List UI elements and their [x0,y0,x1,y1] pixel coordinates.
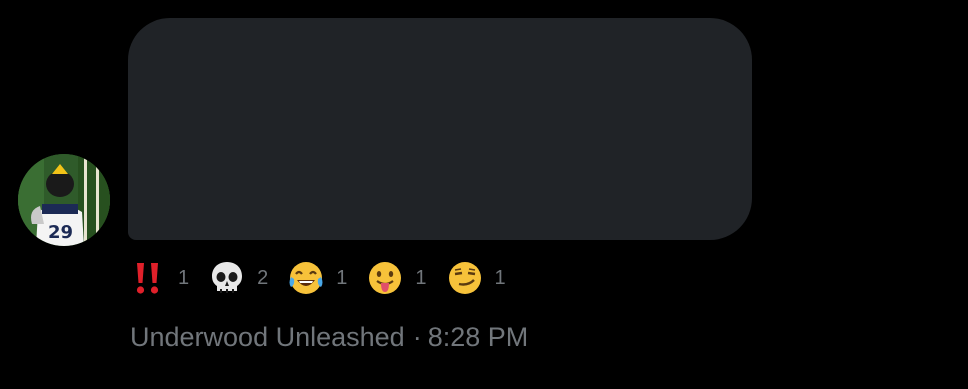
reactions-row: 1 2 1 1 1 [128,256,524,300]
reaction-count: 1 [415,266,427,289]
reaction-count: 1 [336,266,348,289]
reaction-smirk[interactable]: 1 [445,258,506,298]
message-timestamp: 8:28 PM [427,322,529,352]
reaction-count: 1 [494,266,506,289]
dm-conversation: 29 1 2 1 1 1 Underwood Unleashed · 8:28 … [0,0,968,389]
user-avatar-icon: 29 [18,154,110,246]
reaction-tears-of-joy[interactable]: 1 [286,258,347,298]
reaction-tongue-out[interactable]: 1 [365,258,427,298]
reaction-skull[interactable]: 2 [207,258,268,298]
tears-of-joy-icon [286,258,326,298]
skull-icon [207,258,247,298]
reaction-count: 2 [257,266,269,289]
reaction-double-exclamation[interactable]: 1 [128,258,189,298]
message-bubble[interactable] [128,18,752,240]
tongue-out-icon [365,258,405,298]
reaction-count: 1 [178,266,190,289]
svg-text:29: 29 [48,222,73,243]
message-meta: Underwood Unleashed · 8:28 PM [130,322,528,353]
sender-name[interactable]: Underwood Unleashed [130,322,405,352]
sender-avatar[interactable]: 29 [18,154,110,246]
meta-separator: · [412,322,422,352]
double-exclamation-icon [128,258,168,298]
smirk-icon [445,258,485,298]
